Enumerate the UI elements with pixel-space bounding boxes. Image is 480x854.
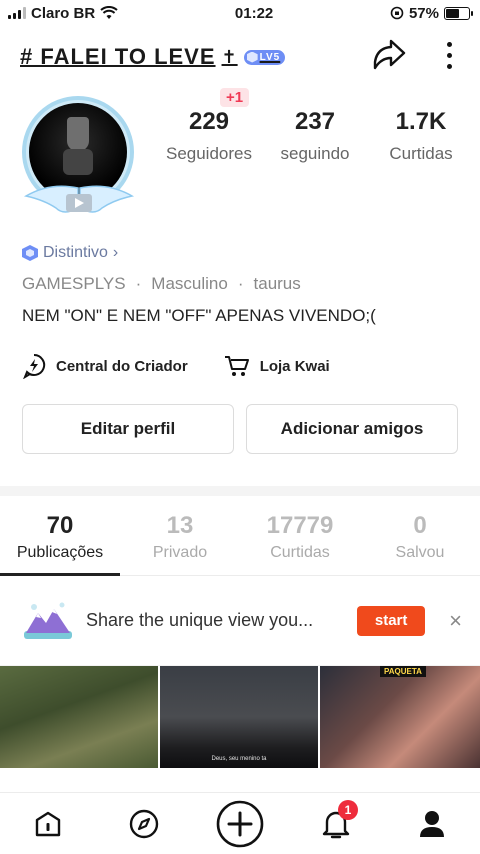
signal-icon — [8, 7, 26, 19]
stat-label: Curtidas — [389, 144, 453, 163]
badge-hex-icon — [22, 245, 38, 261]
bottom-nav: 1 — [0, 792, 480, 854]
tab-likes[interactable]: 17779 Curtidas — [240, 496, 360, 575]
shop-label: Loja Kwai — [259, 357, 330, 375]
video-caption: Deus, seu menino ta — [211, 756, 267, 762]
tab-label: Salvou — [395, 544, 445, 561]
header-actions — [371, 38, 452, 72]
nav-create[interactable] — [210, 794, 270, 854]
creator-center-label: Central do Criador — [56, 357, 188, 375]
tab-count: 70 — [46, 512, 74, 539]
stat-value: 1.7K — [395, 108, 447, 135]
carrier-name: Claro BR — [31, 4, 96, 22]
username-text: # FALEI TO LEVE — [20, 44, 216, 69]
compass-icon — [129, 809, 159, 838]
tab-posts[interactable]: 70 Publicações — [0, 496, 120, 575]
creator-center-link[interactable]: Central do Criador — [22, 353, 188, 379]
username: # FALEI TO LEVE ✝ LV5 — [20, 44, 286, 70]
wifi-icon — [100, 6, 118, 19]
status-right: 57% — [390, 4, 473, 22]
close-icon[interactable]: × — [449, 608, 462, 634]
profile-info: Distintivo › GAMESPLYS · Masculino · tau… — [0, 240, 480, 454]
tag-item: taurus — [253, 274, 301, 293]
tab-label: Publicações — [16, 544, 104, 561]
battery-icon — [444, 6, 473, 20]
tab-label: Privado — [152, 544, 208, 561]
content-tabs: 70 Publicações 13 Privado 17779 Curtidas… — [0, 496, 480, 576]
tag-separator: · — [237, 274, 244, 293]
shop-link[interactable]: Loja Kwai — [224, 354, 330, 378]
badge-label: Distintivo — [43, 244, 108, 261]
video-sticker: PAQUETA — [380, 666, 426, 677]
lightning-icon — [23, 353, 46, 379]
home-icon — [35, 811, 61, 836]
new-followers-badge: +1 — [220, 88, 250, 107]
profile-summary: +1 229 Seguidores 237 seguindo 1.7K Curt… — [0, 88, 480, 236]
nav-notifications[interactable]: 1 — [306, 794, 366, 854]
banner-text: Share the unique view you... — [86, 610, 314, 630]
profile-buttons: Editar perfil Adicionar amigos — [22, 404, 458, 454]
level-badge-label: LV5 — [259, 51, 281, 63]
stat-following[interactable]: 237 seguindo — [262, 108, 368, 164]
orientation-lock-icon — [390, 6, 404, 20]
avatar-wings-decoration — [23, 185, 135, 213]
video-thumbnail[interactable] — [0, 666, 158, 768]
stat-value: 237 — [294, 108, 336, 135]
nav-home[interactable] — [18, 794, 78, 854]
clock: 01:22 — [234, 4, 274, 22]
more-options-icon[interactable] — [447, 41, 452, 69]
chevron-right-icon: › — [112, 244, 119, 261]
video-grid: Deus, seu menino ta PAQUETA — [0, 666, 480, 768]
tag-item: Masculino — [151, 274, 228, 293]
tab-count: 13 — [166, 512, 194, 539]
profile-bio: NEM "ON" E NEM "OFF" APENAS VIVENDO;( — [22, 306, 376, 325]
tag-item: GAMESPLYS — [22, 274, 126, 293]
cart-icon — [224, 356, 249, 376]
video-thumbnail[interactable]: Deus, seu menino ta — [160, 666, 318, 768]
active-tab-indicator — [0, 573, 120, 576]
tab-private[interactable]: 13 Privado — [120, 496, 240, 575]
badge-link[interactable]: Distintivo › — [22, 240, 458, 266]
tag-separator: · — [135, 274, 142, 293]
profile-tags: GAMESPLYS · Masculino · taurus — [22, 272, 458, 296]
stat-likes[interactable]: 1.7K Curtidas — [368, 108, 474, 164]
stat-label: Seguidores — [165, 144, 252, 163]
level-badge[interactable]: LV5 — [243, 49, 286, 65]
profile-header: # FALEI TO LEVE ✝ LV5 — [0, 26, 480, 88]
add-friends-button[interactable]: Adicionar amigos — [246, 404, 458, 454]
promo-banner[interactable]: Share the unique view you... start × — [0, 576, 480, 666]
share-icon[interactable] — [371, 38, 407, 72]
tab-count: 17779 — [266, 512, 334, 539]
avatar-frame[interactable] — [20, 96, 138, 224]
status-left: Claro BR — [8, 5, 118, 22]
battery-percent: 57% — [408, 4, 439, 22]
profile-links: Central do Criador Loja Kwai — [22, 352, 458, 380]
stat-label: seguindo — [280, 144, 350, 163]
level-hex-icon — [246, 51, 258, 63]
cross-symbol: ✝ — [221, 46, 238, 67]
start-button[interactable]: start — [357, 605, 426, 636]
notification-badge: 1 — [338, 799, 358, 820]
stat-value: 229 — [188, 108, 230, 135]
plus-icon — [216, 800, 264, 847]
video-thumbnail[interactable]: PAQUETA — [320, 666, 480, 768]
edit-profile-button[interactable]: Editar perfil — [22, 404, 234, 454]
profile-stats: 229 Seguidores 237 seguindo 1.7K Curtida… — [156, 108, 474, 164]
status-bar: Claro BR 01:22 57% — [0, 0, 480, 26]
nav-discover[interactable] — [114, 794, 174, 854]
tab-count: 0 — [413, 512, 427, 539]
stat-followers[interactable]: 229 Seguidores — [156, 108, 262, 164]
tab-label: Curtidas — [270, 544, 330, 561]
section-divider — [0, 486, 480, 496]
nav-profile[interactable] — [402, 794, 462, 854]
landscape-illustration — [24, 602, 72, 639]
tab-saved[interactable]: 0 Salvou — [360, 496, 480, 575]
profile-icon — [420, 810, 444, 837]
